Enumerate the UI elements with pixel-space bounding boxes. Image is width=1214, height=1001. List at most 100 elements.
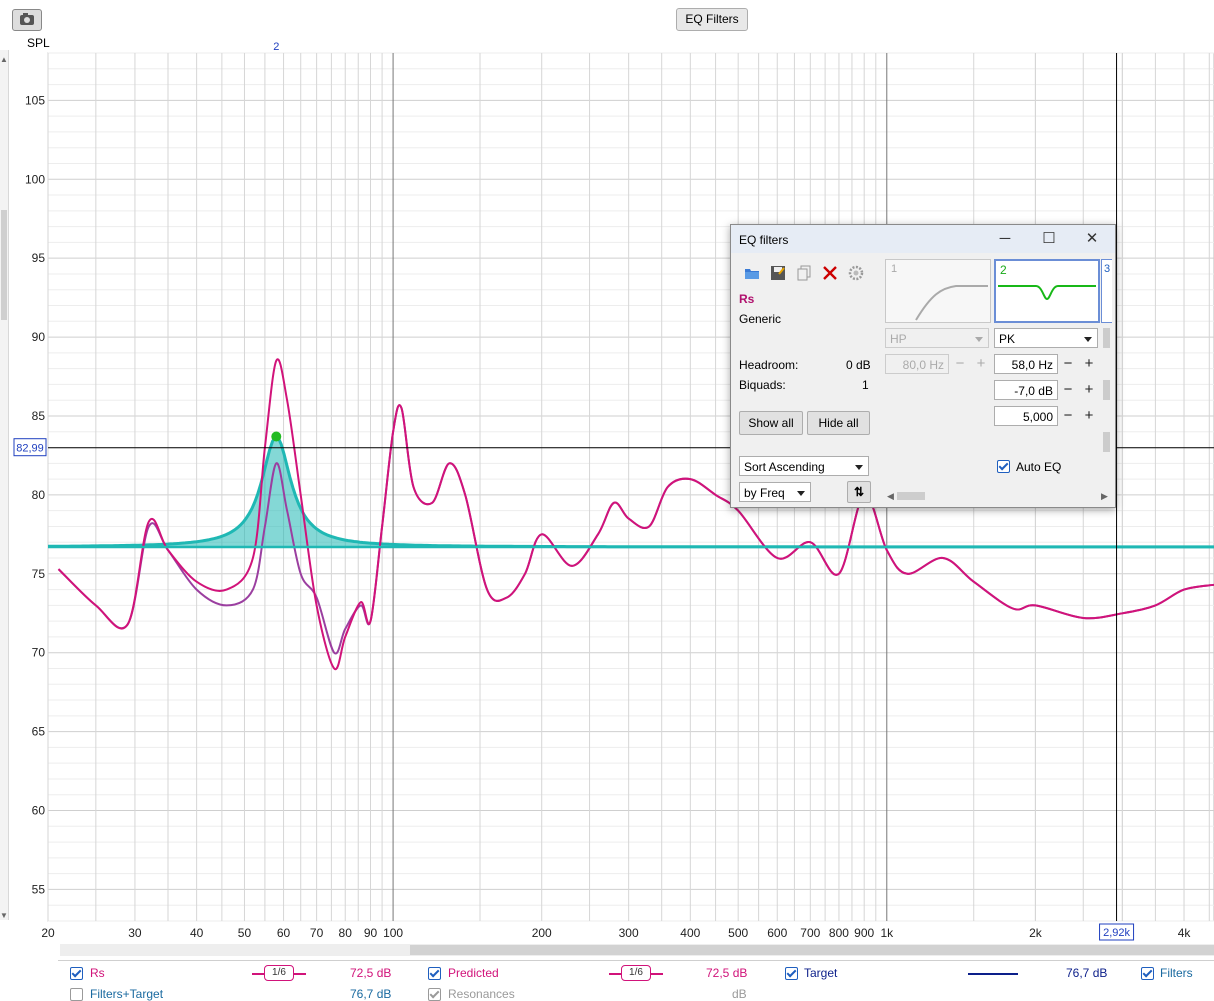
filter-2-marker-label: 2 <box>273 41 279 53</box>
cursor-y-readout: 82,99 <box>16 443 44 455</box>
filter-2-gain-increment-button[interactable]: + <box>1081 381 1097 399</box>
settings-gear-icon[interactable] <box>848 265 864 281</box>
filter-2-gain-decrement-button[interactable]: − <box>1060 381 1076 399</box>
predicted-checkbox[interactable] <box>428 967 441 980</box>
x-tick-label: 60 <box>277 926 291 940</box>
x-tick-label: 20 <box>41 926 55 940</box>
y-tick-label: 65 <box>32 725 46 739</box>
filter-2-handle <box>271 431 281 441</box>
headroom-label: Headroom: <box>739 358 798 372</box>
x-tick-label: 500 <box>728 926 748 940</box>
rs-value: 72,5 dB <box>350 966 391 980</box>
scroll-up-icon: ▲ <box>0 55 8 64</box>
filter-2-q-field[interactable]: 5,000 <box>994 406 1058 426</box>
x-tick-label: 90 <box>364 926 378 940</box>
filter-2-freq-increment-button[interactable]: + <box>1081 355 1097 373</box>
filter-1-frequency-field[interactable]: 80,0 Hz <box>885 354 949 374</box>
headroom-value: 0 dB <box>846 358 871 372</box>
x-tick-label: 600 <box>767 926 787 940</box>
peaking-curve-icon <box>996 261 1098 321</box>
predicted-label: Predicted <box>448 966 499 980</box>
filter-3-gain-partial <box>1103 380 1110 400</box>
scroll-right-icon[interactable]: ▶ <box>1101 491 1108 502</box>
rs-label: Rs <box>90 966 105 980</box>
maximize-icon[interactable]: ☐ <box>1038 229 1060 249</box>
sort-by-dropdown[interactable]: by Freq <box>739 482 811 502</box>
y-tick-label: 95 <box>32 251 46 265</box>
delete-icon[interactable] <box>822 265 838 281</box>
filters-scrollbar[interactable]: ◀ ▶ <box>885 490 1111 502</box>
copy-icon[interactable] <box>796 265 812 281</box>
x-tick-label: 100 <box>383 926 403 940</box>
x-tick-label: 800 <box>829 926 849 940</box>
chevron-down-icon <box>797 491 805 496</box>
filters-scrollbar-thumb[interactable] <box>897 492 925 500</box>
rs-checkbox[interactable] <box>70 967 83 980</box>
x-tick-label: 80 <box>339 926 353 940</box>
resonances-checkbox[interactable] <box>428 988 441 1001</box>
x-tick-label: 900 <box>854 926 874 940</box>
filter-2-q-decrement-button[interactable]: − <box>1060 407 1076 425</box>
hide-all-button[interactable]: Hide all <box>807 411 870 435</box>
save-icon[interactable] <box>770 265 786 281</box>
y-tick-label: 90 <box>32 330 46 344</box>
eq-window-titlebar[interactable]: EQ filters ─ ☐ ✕ <box>731 225 1115 253</box>
filter-2-frequency-field[interactable]: 58,0 Hz <box>994 354 1058 374</box>
auto-eq-checkbox[interactable] <box>997 460 1010 473</box>
sort-order-dropdown[interactable]: Sort Ascending <box>739 456 869 476</box>
filter-2-q-increment-button[interactable]: + <box>1081 407 1097 425</box>
y-tick-label: 100 <box>25 172 45 186</box>
sort-direction-icon[interactable]: ⇅ <box>847 481 871 503</box>
target-line-swatch <box>968 973 1018 975</box>
show-all-button[interactable]: Show all <box>739 411 803 435</box>
target-label: Target <box>804 966 837 980</box>
measurement-name: Rs <box>739 292 754 306</box>
x-tick-label: 40 <box>190 926 204 940</box>
filter-3-thumbnail[interactable]: 3 <box>1101 259 1112 323</box>
horizontal-scrollbar-thumb[interactable] <box>410 945 1214 955</box>
chevron-down-icon <box>855 465 863 470</box>
x-tick-label: 1k <box>880 926 894 940</box>
rs-smoothing-badge[interactable]: 1/6 <box>264 965 294 981</box>
filter-2-type-value: PK <box>999 332 1015 346</box>
y-tick-label: 85 <box>32 409 46 423</box>
x-tick-label: 400 <box>680 926 700 940</box>
auto-eq-label: Auto EQ <box>1016 460 1061 474</box>
filter-3-index: 3 <box>1104 263 1110 275</box>
sort-order-value: Sort Ascending <box>744 460 825 474</box>
eq-filters-window: EQ filters ─ ☐ ✕ Rs Generic Headroom: 0 … <box>730 224 1116 508</box>
cursor-x-readout: 2,92k <box>1103 927 1130 939</box>
filter-2-thumbnail[interactable]: 2 <box>994 259 1100 323</box>
minimize-icon[interactable]: ─ <box>994 229 1016 249</box>
x-tick-label: 4k <box>1178 926 1192 940</box>
filters-label: Filters <box>1160 966 1193 980</box>
biquads-label: Biquads: <box>739 378 786 392</box>
filter-1-freq-increment-button[interactable]: + <box>973 355 989 373</box>
y-tick-label: 60 <box>32 804 46 818</box>
eq-window-title: EQ filters <box>739 233 788 247</box>
predicted-smoothing-badge[interactable]: 1/6 <box>621 965 651 981</box>
close-icon[interactable]: ✕ <box>1081 229 1103 249</box>
chevron-down-icon <box>1084 337 1092 342</box>
filter-1-type-dropdown[interactable]: HP <box>885 328 989 348</box>
filter-2-type-dropdown[interactable]: PK <box>994 328 1098 348</box>
biquads-value: 1 <box>862 378 869 392</box>
filter-1-thumbnail[interactable]: 1 <box>885 259 991 323</box>
filters-target-checkbox[interactable] <box>70 988 83 1001</box>
x-tick-label: 70 <box>310 926 324 940</box>
filters-checkbox[interactable] <box>1141 967 1154 980</box>
scroll-left-icon[interactable]: ◀ <box>887 491 894 502</box>
filter-2-freq-decrement-button[interactable]: − <box>1060 355 1076 373</box>
filter-2-gain-field[interactable]: -7,0 dB <box>994 380 1058 400</box>
y-tick-label: 105 <box>25 93 45 107</box>
open-folder-icon[interactable] <box>744 265 760 281</box>
sort-by-value: by Freq <box>744 486 785 500</box>
scroll-down-icon: ▼ <box>0 911 8 920</box>
predicted-value: 72,5 dB <box>706 966 747 980</box>
target-checkbox[interactable] <box>785 967 798 980</box>
highpass-curve-icon <box>886 260 990 322</box>
filter-1-freq-decrement-button[interactable]: − <box>952 355 968 373</box>
y-tick-label: 80 <box>32 488 46 502</box>
y-tick-label: 70 <box>32 646 46 660</box>
filter-3-q-partial <box>1103 432 1110 452</box>
